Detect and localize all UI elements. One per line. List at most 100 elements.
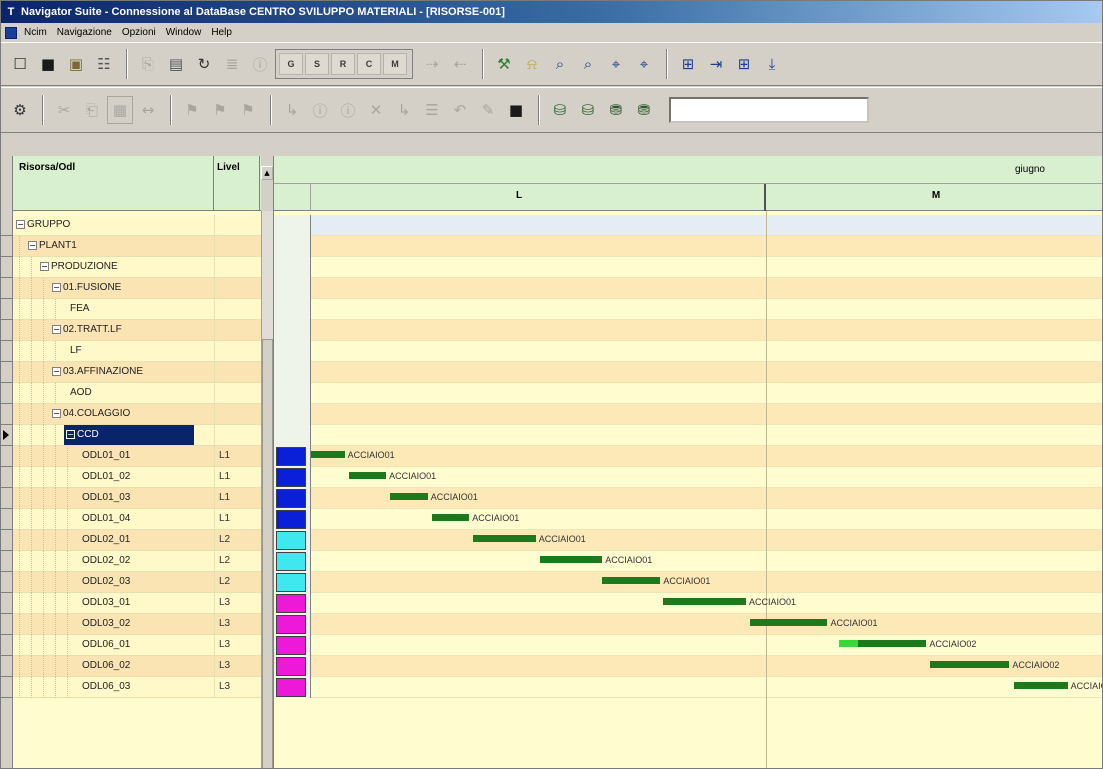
tree-row[interactable]: ODL02_03 L2 (13, 572, 261, 593)
edit-icon[interactable]: ✎ (475, 96, 501, 124)
db-sync-icon[interactable]: ⛃ (603, 96, 629, 124)
tree-item-label[interactable]: FEA (70, 299, 89, 319)
save-icon[interactable]: ■ (35, 50, 61, 78)
new-document-icon[interactable]: ☐ (7, 50, 33, 78)
row-marker[interactable] (1, 215, 12, 236)
row-marker[interactable] (1, 320, 12, 341)
tree-row[interactable]: FEA (13, 299, 261, 320)
row-marker[interactable] (1, 635, 12, 656)
tree-item-label[interactable]: ODL01_01 (82, 446, 130, 466)
resize-icon[interactable]: ↔ (135, 96, 161, 124)
tree-row[interactable]: ODL01_04 L1 (13, 509, 261, 530)
row-marker[interactable] (1, 656, 12, 677)
view-g-button[interactable]: G (279, 53, 303, 75)
gantt-task-bar[interactable] (473, 535, 536, 542)
tree-row[interactable]: ODL06_03 L3 (13, 677, 261, 698)
column-header-resource[interactable]: Risorsa/Odl (13, 156, 214, 211)
view-s-button[interactable]: S (305, 53, 329, 75)
gantt-task-bar[interactable] (930, 661, 1010, 668)
find-next-icon[interactable]: ⌖ (631, 50, 657, 78)
tree-row[interactable]: ODL06_01 L3 (13, 635, 261, 656)
row-marker[interactable] (1, 488, 12, 509)
copy-icon[interactable]: ⎘ (135, 50, 161, 78)
indent-icon[interactable]: ⇥ (703, 50, 729, 78)
db-export-icon[interactable]: ⛁ (575, 96, 601, 124)
db-refresh-icon[interactable]: ⛃ (631, 96, 657, 124)
row-marker[interactable] (1, 593, 12, 614)
tree-row[interactable]: ODL01_02 L1 (13, 467, 261, 488)
open-folder-icon[interactable]: ▣ (63, 50, 89, 78)
expand-icon[interactable]: ⊞ (675, 50, 701, 78)
row-marker[interactable] (1, 299, 12, 320)
flag-icon[interactable]: ⚑ (235, 96, 261, 124)
grid-icon[interactable]: ⊞ (731, 50, 757, 78)
row-marker[interactable] (1, 362, 12, 383)
collapse-toggle-icon[interactable]: − (28, 240, 37, 250)
tree-item-label[interactable]: − GRUPPO (16, 215, 70, 235)
collapse-toggle-icon[interactable]: − (52, 324, 61, 334)
row-marker[interactable] (1, 257, 12, 278)
collapse-toggle-icon[interactable]: − (16, 219, 25, 229)
info-icon[interactable]: ⓘ (335, 96, 361, 124)
tree-row[interactable]: − PLANT1 (13, 236, 261, 257)
properties-icon[interactable]: ☷ (91, 50, 117, 78)
collapse-toggle-icon[interactable]: − (52, 282, 61, 292)
menu-help[interactable]: Help (210, 27, 233, 38)
tree-item-label[interactable]: − CCD (64, 425, 194, 445)
settings-icon[interactable]: ⚙ (7, 96, 33, 124)
scrollbar-thumb[interactable] (262, 339, 273, 768)
menu-window[interactable]: Window (165, 27, 203, 38)
tree-row[interactable]: ODL02_02 L2 (13, 551, 261, 572)
row-marker[interactable] (1, 236, 12, 257)
arrow-right-icon[interactable]: ⇢ (419, 50, 445, 78)
row-marker[interactable] (1, 509, 12, 530)
menu-opzioni[interactable]: Opzioni (121, 27, 157, 38)
menu-ncim[interactable]: Ncim (23, 27, 48, 38)
filter-icon[interactable]: ≣ (219, 50, 245, 78)
tree-row[interactable]: ODL02_01 L2 (13, 530, 261, 551)
row-marker[interactable] (1, 530, 12, 551)
tree-row[interactable]: ODL03_01 L3 (13, 593, 261, 614)
tree-item-label[interactable]: ODL06_01 (82, 635, 130, 655)
info-icon[interactable]: ⓘ (307, 96, 333, 124)
menu-navigazione[interactable]: Navigazione (56, 27, 113, 38)
tree-row[interactable]: −02.TRATT.LF (13, 320, 261, 341)
row-marker[interactable] (1, 341, 12, 362)
bell-icon[interactable]: ⍾ (519, 50, 545, 78)
tree-row[interactable]: −03.AFFINAZIONE (13, 362, 261, 383)
gantt-task-bar[interactable] (750, 619, 828, 626)
download-icon[interactable]: ⤓ (759, 50, 785, 78)
cut-icon[interactable]: ✂ (51, 96, 77, 124)
document-menu-icon[interactable] (5, 26, 17, 39)
refresh-icon[interactable]: ↻ (191, 50, 217, 78)
gantt-task-bar[interactable] (348, 472, 387, 479)
row-marker[interactable] (1, 425, 12, 446)
undo-icon[interactable]: ↶ (447, 96, 473, 124)
tree-item-label[interactable]: ODL01_03 (82, 488, 130, 508)
tree-row[interactable]: − CCD (13, 425, 261, 446)
tree-item-label[interactable]: ODL02_02 (82, 551, 130, 571)
tree-item-label[interactable]: ODL01_02 (82, 467, 130, 487)
table-icon[interactable]: ▦ (107, 96, 133, 124)
tree-item-label[interactable]: ODL02_01 (82, 530, 130, 550)
tree-item-label[interactable]: AOD (70, 383, 92, 403)
view-c-button[interactable]: C (357, 53, 381, 75)
list-icon[interactable]: ☰ (419, 96, 445, 124)
gantt-task-bar[interactable] (390, 493, 428, 500)
db-import-icon[interactable]: ⛁ (547, 96, 573, 124)
collapse-toggle-icon[interactable]: − (66, 429, 75, 439)
toolbar-combo-box[interactable] (669, 97, 869, 123)
row-marker[interactable] (1, 404, 12, 425)
info-icon[interactable]: ⓘ (247, 50, 273, 78)
zoom-out-icon[interactable]: ⌕ (575, 50, 601, 78)
arrow-left-icon[interactable]: ⇠ (447, 50, 473, 78)
link-icon[interactable]: ↳ (279, 96, 305, 124)
tree-row[interactable]: − PRODUZIONE (13, 257, 261, 278)
tree-item-label[interactable]: − PRODUZIONE (40, 257, 118, 277)
view-m-button[interactable]: M (383, 53, 407, 75)
view-r-button[interactable]: R (331, 53, 355, 75)
tree-row[interactable]: ODL01_03 L1 (13, 488, 261, 509)
column-header-level[interactable]: Livel (214, 156, 260, 211)
collapse-toggle-icon[interactable]: − (52, 366, 61, 376)
collapse-toggle-icon[interactable]: − (52, 408, 61, 418)
